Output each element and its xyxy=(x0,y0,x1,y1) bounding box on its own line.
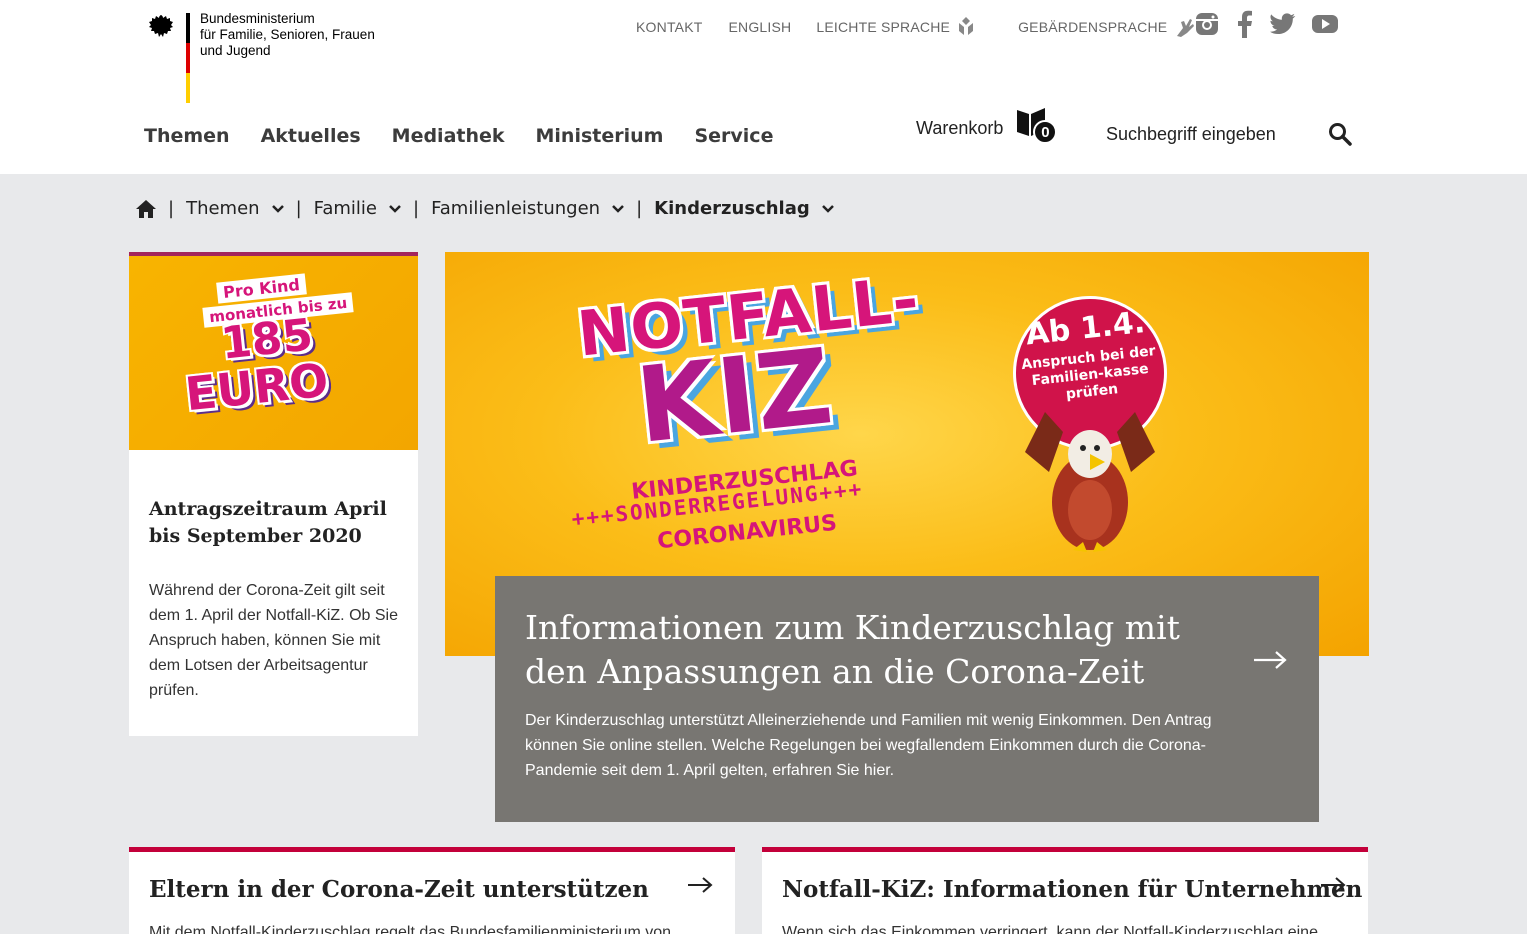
chevron-down-icon[interactable] xyxy=(821,204,834,213)
chevron-down-icon[interactable] xyxy=(389,204,401,213)
nav-service[interactable]: Service xyxy=(694,125,773,147)
ministry-name: Bundesministerium für Familie, Senioren,… xyxy=(200,11,375,58)
breadcrumb-label: Familienleistungen xyxy=(431,198,601,219)
cart-count-badge: 0 xyxy=(1033,120,1058,144)
chevron-down-icon[interactable] xyxy=(612,204,624,213)
main-navigation: Themen Aktuelles Mediathek Ministerium S… xyxy=(144,125,804,147)
leichte-sprache-link[interactable]: LEICHTE SPRACHE xyxy=(816,16,976,38)
breadcrumb: | Themen | Familie | Familienleistungen … xyxy=(136,198,834,219)
english-link[interactable]: ENGLISH xyxy=(728,19,791,35)
gebaerdensprache-label: GEBÄRDENSPRACHE xyxy=(1018,19,1168,35)
english-label: ENGLISH xyxy=(728,19,792,35)
cart-label: Warenkorb xyxy=(916,117,1004,138)
breadcrumb-item-familienleistungen[interactable]: Familienleistungen xyxy=(431,198,624,219)
teaser-card-text: Wenn sich das Einkommen verringert, kann… xyxy=(782,924,1318,934)
social-links xyxy=(1194,10,1338,42)
arrow-right-icon[interactable] xyxy=(1253,650,1287,670)
breadcrumb-item-current[interactable]: Kinderzuschlag xyxy=(654,198,834,219)
home-icon[interactable] xyxy=(136,199,156,218)
teaser-card-title: Eltern in der Corona-Zeit unterstützen xyxy=(149,876,649,903)
leichte-sprache-label: LEICHTE SPRACHE xyxy=(816,19,951,35)
gebaerdensprache-link[interactable]: GEBÄRDENSPRACHE xyxy=(1018,16,1195,38)
breadcrumb-separator: | xyxy=(636,198,643,219)
chevron-down-icon[interactable] xyxy=(271,204,284,213)
search-input[interactable] xyxy=(1106,123,1306,145)
hero-image-title2: KIZ xyxy=(631,325,838,467)
teaser-card-title: Notfall-KiZ: Informationen für Unternehm… xyxy=(782,876,1363,903)
breadcrumb-current-label: Kinderzuschlag xyxy=(654,198,810,219)
ministry-logo[interactable]: Bundesministerium für Familie, Senioren,… xyxy=(146,10,386,103)
promo-text: Während der Corona-Zeit gilt seit dem 1.… xyxy=(149,582,398,699)
arrow-right-icon[interactable] xyxy=(1320,876,1346,894)
promo-title: Antragszeitraum April bis September 2020 xyxy=(149,498,387,547)
nav-aktuelles[interactable]: Aktuelles xyxy=(261,125,361,147)
twitter-icon[interactable] xyxy=(1270,13,1296,39)
teaser-card[interactable]: Eltern in der Corona-Zeit unterstützen M… xyxy=(129,847,735,934)
breadcrumb-label: Familie xyxy=(313,198,377,219)
nav-ministerium[interactable]: Ministerium xyxy=(536,125,664,147)
breadcrumb-separator: | xyxy=(168,198,175,219)
facebook-icon[interactable] xyxy=(1236,10,1254,42)
federal-eagle-icon xyxy=(149,15,173,37)
eagle-mascot-icon xyxy=(1025,412,1155,552)
hero-teaser-title: Informationen zum Kinderzuschlag mit den… xyxy=(525,608,1180,691)
promo-image-currency: EURO xyxy=(182,352,331,422)
breadcrumb-separator: | xyxy=(413,198,420,219)
arrow-right-icon[interactable] xyxy=(687,876,713,894)
search-bar xyxy=(1106,116,1352,152)
breadcrumb-item-familie[interactable]: Familie xyxy=(314,198,401,219)
site-header: Bundesministerium für Familie, Senioren,… xyxy=(0,0,1527,174)
leichte-sprache-icon xyxy=(959,17,974,35)
promo-card[interactable]: Pro Kind monatlich bis zu 185 EURO Antra… xyxy=(129,252,418,736)
youtube-icon[interactable] xyxy=(1312,14,1338,38)
nav-mediathek[interactable]: Mediathek xyxy=(392,125,505,147)
utility-nav: KONTAKT ENGLISH LEICHTE SPRACHE GEBÄRDEN… xyxy=(636,17,1195,37)
breadcrumb-label: Themen xyxy=(186,198,260,219)
cart-icon: 0 xyxy=(1015,106,1061,146)
sign-language-icon xyxy=(1177,19,1195,37)
hero-teaser[interactable]: Informationen zum Kinderzuschlag mit den… xyxy=(495,576,1319,822)
promo-image: Pro Kind monatlich bis zu 185 EURO xyxy=(129,256,418,450)
breadcrumb-separator: | xyxy=(295,198,302,219)
instagram-icon[interactable] xyxy=(1194,11,1220,41)
cart-link[interactable]: Warenkorb 0 xyxy=(916,106,1061,146)
teaser-card[interactable]: Notfall-KiZ: Informationen für Unternehm… xyxy=(762,847,1368,934)
kontakt-link[interactable]: KONTAKT xyxy=(636,19,702,35)
nav-themen[interactable]: Themen xyxy=(144,125,230,147)
search-icon[interactable] xyxy=(1328,122,1352,146)
german-flag-bar xyxy=(186,13,190,103)
kontakt-label: KONTAKT xyxy=(636,19,703,35)
teaser-card-text: Mit dem Notfall-Kinderzuschlag regelt da… xyxy=(149,924,672,934)
hero-teaser-text: Der Kinderzuschlag unterstützt Alleinerz… xyxy=(525,712,1212,779)
breadcrumb-item-themen[interactable]: Themen xyxy=(186,198,284,219)
